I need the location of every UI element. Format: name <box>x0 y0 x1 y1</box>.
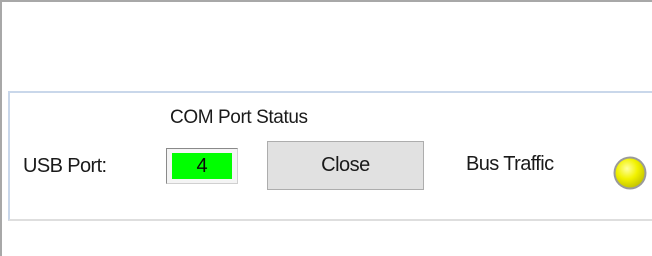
bus-traffic-led-icon <box>613 156 647 190</box>
usb-port-label: USB Port: <box>23 155 107 177</box>
usb-port-indicator: 4 <box>166 148 238 184</box>
panel-title: COM Port Status <box>170 107 308 128</box>
bus-traffic-label: Bus Traffic <box>466 153 554 175</box>
close-button[interactable]: Close <box>267 141 424 190</box>
com-port-status-panel: COM Port Status USB Port: 4 Close Bus Tr… <box>8 91 652 221</box>
window-frame: COM Port Status USB Port: 4 Close Bus Tr… <box>0 0 652 256</box>
usb-port-number: 4 <box>172 153 232 179</box>
